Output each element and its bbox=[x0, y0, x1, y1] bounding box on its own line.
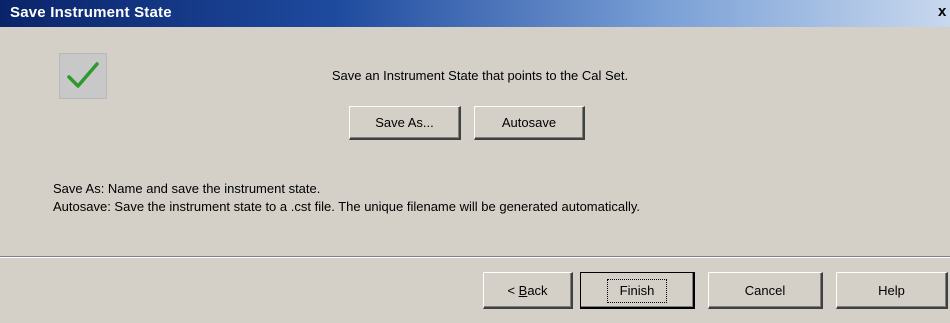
cancel-button[interactable]: Cancel bbox=[708, 272, 823, 309]
back-button[interactable]: < Back bbox=[483, 272, 573, 309]
finish-button[interactable]: Finish bbox=[580, 272, 695, 309]
dialog-heading: Save an Instrument State that points to … bbox=[331, 68, 629, 83]
footer-separator bbox=[0, 256, 950, 258]
title-bar[interactable]: Save Instrument State x bbox=[0, 0, 950, 27]
checkmark-icon bbox=[59, 53, 107, 99]
close-icon[interactable]: x bbox=[938, 2, 950, 22]
back-button-prefix: < bbox=[507, 283, 519, 298]
window-title: Save Instrument State bbox=[10, 4, 172, 21]
save-instrument-state-dialog: Save Instrument State x Save an Instrume… bbox=[0, 0, 950, 323]
back-button-label: ack bbox=[527, 283, 548, 298]
help-button[interactable]: Help bbox=[836, 272, 948, 309]
save-as-button[interactable]: Save As... bbox=[349, 106, 461, 140]
save-as-description: Save As: Name and save the instrument st… bbox=[53, 181, 321, 196]
autosave-button[interactable]: Autosave bbox=[474, 106, 585, 140]
autosave-description: Autosave: Save the instrument state to a… bbox=[53, 199, 641, 214]
finish-button-label: Finish bbox=[606, 279, 668, 303]
